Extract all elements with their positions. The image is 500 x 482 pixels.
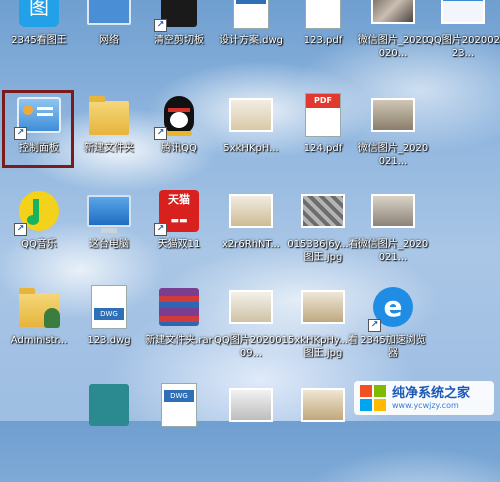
icon-label: 腾讯QQ (161, 143, 197, 154)
cad-app-icon (86, 382, 132, 428)
pdf-file-icon: PDF (300, 92, 346, 138)
icon-label: QQ图片20200223... (426, 35, 500, 59)
desktop-icon-row5-2[interactable]: DWG (142, 378, 216, 482)
windows-logo-icon (360, 385, 386, 411)
desktop-icon-2345-browser[interactable]: e ↗ 2345加速浏览器 (356, 280, 430, 384)
shortcut-arrow-icon: ↗ (154, 127, 167, 140)
image-file-icon (370, 188, 416, 234)
computer-icon (86, 188, 132, 234)
desktop-icon-this-pc[interactable]: 这台电脑 (72, 184, 146, 288)
image-file-icon (370, 92, 416, 138)
clipboard-icon: ↗ (154, 0, 202, 32)
icon-label: x2r6RhNT... (222, 239, 280, 250)
desktop-icon-qq-image-1[interactable]: QQ图片20200223... (426, 0, 500, 84)
desktop-icon-administrator[interactable]: Administr... (2, 280, 76, 384)
watermark-title: 纯净系统之家 (392, 385, 471, 401)
desktop-icon-015336j6y[interactable]: 015336j6y...看图王.jpg (286, 184, 360, 288)
user-folder-icon (16, 284, 62, 330)
image-viewer-icon: 图 (16, 0, 62, 30)
desktop-icon-5xkhkph[interactable]: 5xkHKpH... (214, 88, 288, 192)
dwg-file-icon: DWG (228, 0, 274, 30)
icon-label: 015336j6y...看图王.jpg (287, 239, 359, 263)
pdf-file-icon: PDF (300, 0, 346, 30)
desktop-icon-qq-music[interactable]: ↗ QQ音乐 (2, 184, 76, 288)
icon-label: 新建文件夹.rar (145, 335, 213, 346)
desktop-icon-123-dwg[interactable]: DWG 123.dwg (72, 280, 146, 384)
tmall-icon: 天猫 ▬▬ ↗ (154, 188, 202, 236)
icon-label: 新建文件夹 (84, 143, 134, 154)
icon-label: 网络 (99, 35, 119, 46)
desktop-icon-tencent-qq[interactable]: ↗ 腾讯QQ (142, 88, 216, 192)
shortcut-arrow-icon: ↗ (154, 223, 167, 236)
desktop-icon-wechat-image-3[interactable]: 微信图片_2020021... (356, 184, 430, 288)
dwg-file-icon: DWG (156, 382, 202, 428)
icon-label: 天猫双11 (157, 239, 201, 250)
desktop-icon-x2r6rhnt[interactable]: x2r6RhNT... (214, 184, 288, 288)
image-file-icon (300, 284, 346, 330)
icon-label: 2345加速浏览器 (360, 335, 426, 359)
icon-label: 2345看图王 (11, 35, 67, 46)
image-file-icon (440, 0, 486, 30)
image-file-icon (300, 188, 346, 234)
desktop-icon-clear-clipboard[interactable]: ↗ 清空剪切板 (142, 0, 216, 84)
image-file-icon (370, 0, 416, 30)
folder-icon (86, 92, 132, 138)
desktop-icon-wechat-image-1[interactable]: 微信图片_2020020... (356, 0, 430, 84)
qq-penguin-icon: ↗ (154, 92, 202, 140)
browser-icon: e ↗ (368, 284, 416, 332)
desktop-icon-qq-image-2[interactable]: QQ图片20200109... (214, 280, 288, 384)
shortcut-arrow-icon: ↗ (368, 319, 381, 332)
shortcut-arrow-icon: ↗ (14, 223, 27, 236)
site-watermark: 纯净系统之家 www.ycwjzy.com (354, 381, 494, 415)
desktop-icon-5xkhkphy[interactable]: 5xkHKpHy...看图王.jpg (286, 280, 360, 384)
image-file-icon (228, 382, 274, 428)
desktop-icon-wechat-image-2[interactable]: 微信图片_2020021... (356, 88, 430, 192)
image-file-icon (228, 92, 274, 138)
image-file-icon (228, 188, 274, 234)
icon-label: 微信图片_2020021... (357, 239, 429, 263)
icon-label: Administr... (10, 335, 68, 346)
icon-label: 5xkHKpH... (223, 143, 279, 154)
icon-label: QQ图片20200109... (214, 335, 288, 359)
desktop-icon-row5-3[interactable] (214, 378, 288, 482)
desktop-icon-control-panel[interactable]: ↗ 控制面板 (2, 88, 76, 192)
icon-label: 124.pdf (303, 143, 343, 154)
control-panel-icon: ↗ (14, 92, 62, 140)
desktop-icon-2345-viewer[interactable]: 图 2345看图王 (2, 0, 76, 84)
desktop-icon-network[interactable]: 网络 (72, 0, 146, 84)
image-file-icon (228, 284, 274, 330)
shortcut-arrow-icon: ↗ (154, 19, 167, 32)
rar-archive-icon (156, 284, 202, 330)
icon-label: 123.dwg (87, 335, 131, 346)
icon-label: 清空剪切板 (154, 35, 204, 46)
shortcut-arrow-icon: ↗ (14, 127, 27, 140)
image-file-icon (300, 382, 346, 428)
desktop-icon-new-folder-rar[interactable]: 新建文件夹.rar (142, 280, 216, 384)
desktop-icon-new-folder[interactable]: 新建文件夹 (72, 88, 146, 192)
desktop-icon-row5-4[interactable] (286, 378, 360, 482)
desktop-icon-design-dwg[interactable]: DWG 设计方案.dwg (214, 0, 288, 84)
icon-label: 5xkHKpHy...看图王.jpg (287, 335, 359, 359)
icon-label: 123.pdf (303, 35, 343, 46)
dwg-file-icon: DWG (86, 284, 132, 330)
desktop-icon-123-pdf[interactable]: PDF 123.pdf (286, 0, 360, 84)
network-icon (86, 0, 132, 30)
icon-label: 这台电脑 (89, 239, 129, 250)
watermark-url: www.ycwjzy.com (392, 400, 459, 410)
icon-label: 设计方案.dwg (218, 35, 284, 46)
desktop-icon-124-pdf[interactable]: PDF 124.pdf (286, 88, 360, 192)
desktop-icon-tmall[interactable]: 天猫 ▬▬ ↗ 天猫双11 (142, 184, 216, 288)
icon-label: 微信图片_2020021... (357, 143, 429, 167)
icon-label: QQ音乐 (21, 239, 57, 250)
desktop-icon-row5-1[interactable] (72, 378, 146, 482)
icon-label: 微信图片_2020020... (357, 35, 429, 59)
icon-label: 控制面板 (19, 143, 59, 154)
qq-music-icon: ↗ (14, 188, 62, 236)
